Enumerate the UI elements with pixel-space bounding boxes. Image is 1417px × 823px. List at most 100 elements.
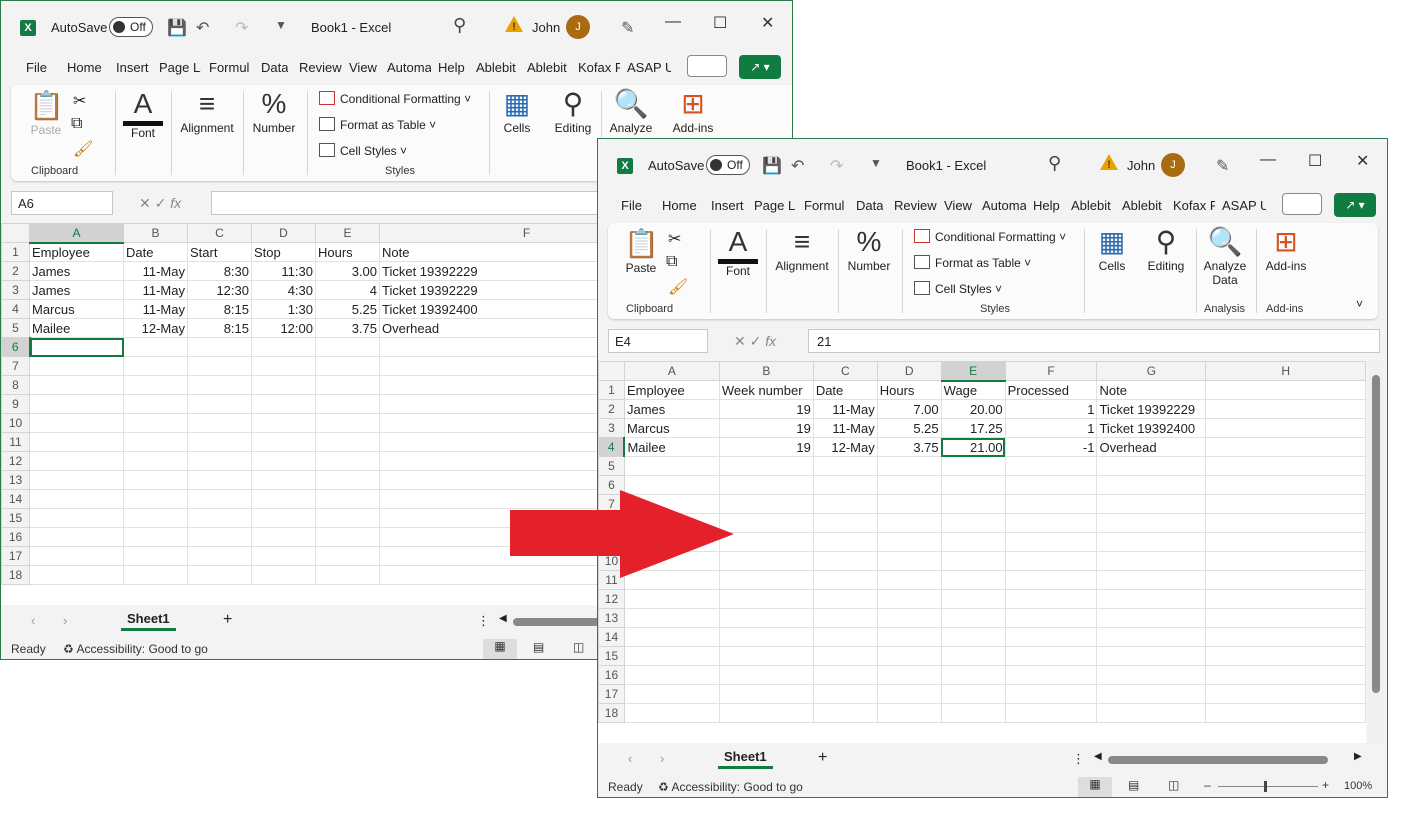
redo-icon[interactable]: ↷ bbox=[830, 156, 843, 176]
accessibility-status[interactable]: ♻ Accessibility: Good to go bbox=[658, 780, 803, 794]
cell[interactable] bbox=[940, 513, 1006, 533]
close-icon[interactable]: ✕ bbox=[761, 13, 774, 33]
cell[interactable] bbox=[251, 451, 316, 471]
cell[interactable] bbox=[1004, 456, 1098, 476]
cell[interactable] bbox=[718, 589, 814, 609]
format-painter-icon[interactable]: 🖌 bbox=[668, 277, 688, 297]
cell[interactable] bbox=[29, 375, 124, 395]
cell[interactable] bbox=[29, 337, 124, 357]
autosave-toggle[interactable]: Off bbox=[109, 17, 153, 37]
tab-ablebits-2[interactable]: Ablebit bbox=[527, 60, 567, 75]
cell[interactable] bbox=[1004, 646, 1098, 666]
cell[interactable] bbox=[940, 646, 1006, 666]
page-layout-view-icon[interactable]: ▤ bbox=[533, 640, 544, 654]
cell[interactable]: 3.75 bbox=[876, 437, 942, 457]
add-sheet-icon[interactable]: + bbox=[223, 611, 232, 629]
cell[interactable]: 12:00 bbox=[251, 318, 316, 338]
cell[interactable] bbox=[315, 527, 380, 547]
cell[interactable] bbox=[1004, 703, 1098, 723]
cell[interactable]: 11-May bbox=[123, 299, 188, 319]
cell[interactable] bbox=[718, 646, 814, 666]
cell[interactable]: 12-May bbox=[812, 437, 878, 457]
cell[interactable] bbox=[718, 608, 814, 628]
cell[interactable] bbox=[29, 546, 124, 566]
tab-review[interactable]: Review bbox=[894, 198, 937, 213]
cell[interactable] bbox=[940, 494, 1006, 514]
cell[interactable] bbox=[251, 527, 316, 547]
cell[interactable] bbox=[1004, 475, 1098, 495]
tab-view[interactable]: View bbox=[944, 198, 972, 213]
cell[interactable]: Hours bbox=[315, 242, 380, 262]
cell[interactable] bbox=[940, 665, 1006, 685]
cell[interactable] bbox=[876, 608, 942, 628]
format-as-table-button[interactable]: Format as Table ˅ bbox=[319, 117, 436, 132]
cut-icon[interactable]: ✂ bbox=[73, 91, 86, 111]
tab-review[interactable]: Review bbox=[299, 60, 342, 75]
maximize-icon[interactable]: ☐ bbox=[713, 13, 727, 33]
tab-formulas[interactable]: Formul bbox=[804, 198, 848, 213]
search-icon[interactable]: ⚲ bbox=[1048, 153, 1061, 174]
cell[interactable] bbox=[812, 608, 878, 628]
share-button[interactable]: ↗ ▾ bbox=[739, 55, 781, 79]
cell[interactable] bbox=[1096, 703, 1207, 723]
cell[interactable] bbox=[940, 532, 1006, 552]
paste-button[interactable]: 📋 Paste bbox=[29, 89, 64, 137]
collapse-ribbon-icon[interactable]: ˅ bbox=[1356, 297, 1363, 311]
cell[interactable] bbox=[1205, 380, 1366, 400]
cell[interactable] bbox=[251, 432, 316, 452]
tab-page-layout[interactable]: Page La bbox=[754, 198, 796, 213]
cell[interactable] bbox=[812, 627, 878, 647]
column-header[interactable]: E bbox=[315, 223, 380, 243]
cell[interactable] bbox=[29, 489, 124, 509]
cell[interactable] bbox=[1004, 684, 1098, 704]
cell[interactable] bbox=[123, 375, 188, 395]
cell[interactable]: Ticket 19392400 bbox=[1096, 418, 1207, 438]
zoom-slider-thumb[interactable] bbox=[1264, 781, 1267, 792]
cell[interactable]: 1 bbox=[1004, 399, 1098, 419]
cell[interactable] bbox=[123, 394, 188, 414]
cell[interactable] bbox=[876, 513, 942, 533]
cell[interactable] bbox=[29, 356, 124, 376]
cell[interactable] bbox=[1096, 684, 1207, 704]
cells-button[interactable]: ▦ Cells bbox=[1094, 225, 1130, 273]
cell[interactable] bbox=[812, 494, 878, 514]
cell[interactable] bbox=[876, 703, 942, 723]
column-header[interactable]: H bbox=[1205, 361, 1366, 381]
cell[interactable] bbox=[718, 703, 814, 723]
cell[interactable] bbox=[876, 475, 942, 495]
save-icon[interactable]: 💾 bbox=[167, 18, 187, 38]
cell[interactable] bbox=[1205, 665, 1366, 685]
cell[interactable]: Marcus bbox=[623, 418, 720, 438]
cell[interactable]: Hours bbox=[876, 380, 942, 400]
cell[interactable] bbox=[187, 508, 252, 528]
cell[interactable] bbox=[251, 546, 316, 566]
cell[interactable]: Marcus bbox=[29, 299, 124, 319]
cell[interactable] bbox=[876, 494, 942, 514]
cell[interactable] bbox=[1205, 513, 1366, 533]
comments-button[interactable] bbox=[687, 55, 727, 77]
user-name[interactable]: John bbox=[532, 20, 560, 35]
tab-file[interactable]: File bbox=[26, 60, 47, 75]
undo-icon[interactable]: ↶ bbox=[196, 18, 209, 38]
tab-ablebits-2[interactable]: Ablebit bbox=[1122, 198, 1162, 213]
cell[interactable] bbox=[187, 527, 252, 547]
next-sheet-icon[interactable]: › bbox=[63, 613, 67, 628]
tab-kofax[interactable]: Kofax F bbox=[578, 60, 620, 75]
tab-insert[interactable]: Insert bbox=[116, 60, 149, 75]
cell[interactable] bbox=[1096, 665, 1207, 685]
column-header[interactable]: D bbox=[251, 223, 316, 243]
row-header[interactable]: 18 bbox=[1, 565, 30, 585]
cell[interactable] bbox=[123, 356, 188, 376]
cell[interactable] bbox=[876, 532, 942, 552]
row-header[interactable]: 10 bbox=[1, 413, 30, 433]
editing-button[interactable]: ⚲ Editing bbox=[551, 87, 595, 135]
cell[interactable] bbox=[623, 589, 720, 609]
cut-icon[interactable]: ✂ bbox=[668, 229, 681, 249]
accessibility-status[interactable]: ♻ Accessibility: Good to go bbox=[63, 642, 208, 656]
scroll-right-icon[interactable]: ▶ bbox=[1354, 751, 1362, 762]
cell[interactable] bbox=[187, 356, 252, 376]
cell[interactable] bbox=[315, 413, 380, 433]
cell[interactable] bbox=[187, 565, 252, 585]
row-header[interactable]: 6 bbox=[1, 337, 31, 357]
cell[interactable] bbox=[123, 432, 188, 452]
